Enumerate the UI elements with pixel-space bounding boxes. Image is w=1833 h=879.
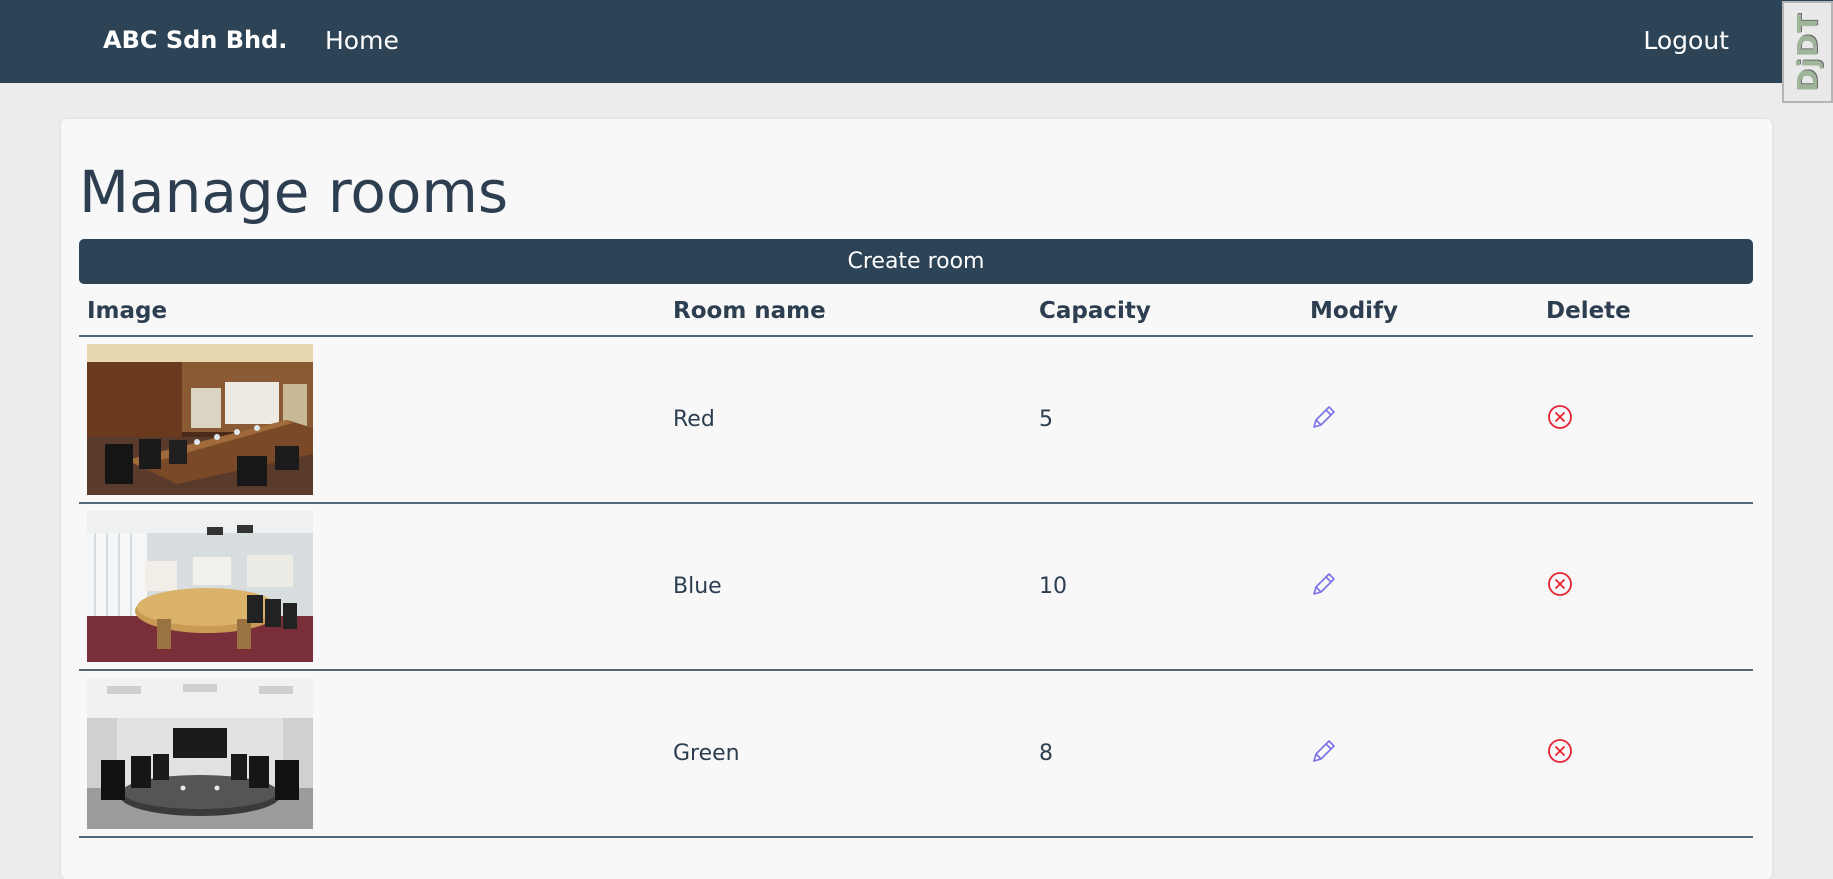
room-name-cell: Green	[665, 670, 1031, 838]
room-image-cell	[79, 336, 665, 504]
delete-cell	[1538, 503, 1753, 671]
pencil-icon	[1313, 405, 1335, 428]
delete-button[interactable]	[1546, 737, 1574, 765]
modify-button[interactable]	[1310, 403, 1338, 431]
nav-logout-link[interactable]: Logout	[1643, 26, 1729, 55]
capacity-cell: 8	[1031, 670, 1302, 838]
header-image: Image	[79, 286, 665, 337]
room-name-cell: Red	[665, 336, 1031, 504]
pencil-icon	[1313, 739, 1335, 762]
table-row: Red 5	[79, 336, 1753, 504]
header-capacity: Capacity	[1031, 286, 1302, 337]
room-image-cell	[79, 670, 665, 838]
header-delete: Delete	[1538, 286, 1753, 337]
pencil-icon	[1313, 572, 1335, 595]
modify-cell	[1302, 336, 1538, 504]
delete-cell	[1538, 670, 1753, 838]
circle-x-icon	[1548, 571, 1572, 596]
create-room-button[interactable]: Create room	[79, 239, 1753, 284]
room-name-cell: Blue	[665, 503, 1031, 671]
capacity-cell: 5	[1031, 336, 1302, 504]
debug-toolbar-label: DjDT	[1791, 12, 1824, 92]
room-image	[87, 678, 313, 829]
top-navbar: ABC Sdn Bhd. Home Logout	[0, 0, 1833, 83]
page-title: Manage rooms	[79, 158, 509, 226]
modify-button[interactable]	[1310, 570, 1338, 598]
room-image	[87, 344, 313, 495]
debug-toolbar-handle[interactable]: DjDT	[1782, 1, 1833, 103]
modify-button[interactable]	[1310, 737, 1338, 765]
room-image-cell	[79, 503, 665, 671]
table-row: Blue 10	[79, 503, 1753, 671]
circle-x-icon	[1548, 404, 1572, 429]
delete-button[interactable]	[1546, 570, 1574, 598]
table-row: Green 8	[79, 670, 1753, 838]
circle-x-icon	[1548, 738, 1572, 763]
table-header-row: Image Room name Capacity Modify Delete	[79, 286, 1753, 337]
capacity-cell: 10	[1031, 503, 1302, 671]
modify-cell	[1302, 503, 1538, 671]
delete-button[interactable]	[1546, 403, 1574, 431]
delete-cell	[1538, 336, 1753, 504]
modify-cell	[1302, 670, 1538, 838]
header-room-name: Room name	[665, 286, 1031, 337]
rooms-table: Image Room name Capacity Modify Delete R…	[79, 286, 1753, 838]
room-image	[87, 511, 313, 662]
header-modify: Modify	[1302, 286, 1538, 337]
brand-link[interactable]: ABC Sdn Bhd.	[103, 26, 287, 54]
nav-home-link[interactable]: Home	[325, 26, 399, 55]
